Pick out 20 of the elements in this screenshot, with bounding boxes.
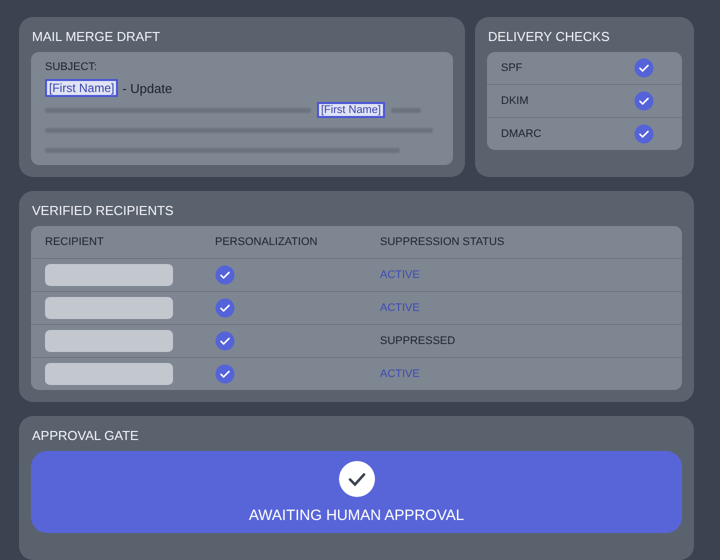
column-header: PERSONALIZATION — [201, 226, 366, 259]
status-text: ACTIVE — [380, 269, 420, 281]
status-text: ACTIVE — [380, 368, 420, 380]
approval-button[interactable]: AWAITING HUMAN APPROVAL — [31, 451, 682, 533]
status-text: SUPPRESSED — [380, 335, 456, 347]
panel-title: VERIFIED RECIPIENTS — [31, 202, 175, 218]
panel-title: DELIVERY CHECKS — [487, 28, 611, 44]
check-icon — [338, 460, 374, 496]
merge-field-token: [First Name] — [317, 102, 385, 118]
merge-field-token: [First Name] — [45, 79, 118, 97]
check-label: SPF — [501, 62, 522, 74]
panel-title: MAIL MERGE DRAFT — [31, 28, 162, 44]
check-label: DMARC — [501, 128, 542, 140]
status-text: ACTIVE — [380, 302, 420, 314]
panel-title: APPROVAL GATE — [31, 427, 140, 443]
check-label: DKIM — [501, 95, 528, 107]
subject-text: - Update — [122, 80, 172, 96]
column-header: SUPPRESSION STATUS — [366, 226, 682, 259]
column-header: RECIPIENT — [31, 226, 201, 259]
subject-label: SUBJECT: — [45, 61, 98, 73]
